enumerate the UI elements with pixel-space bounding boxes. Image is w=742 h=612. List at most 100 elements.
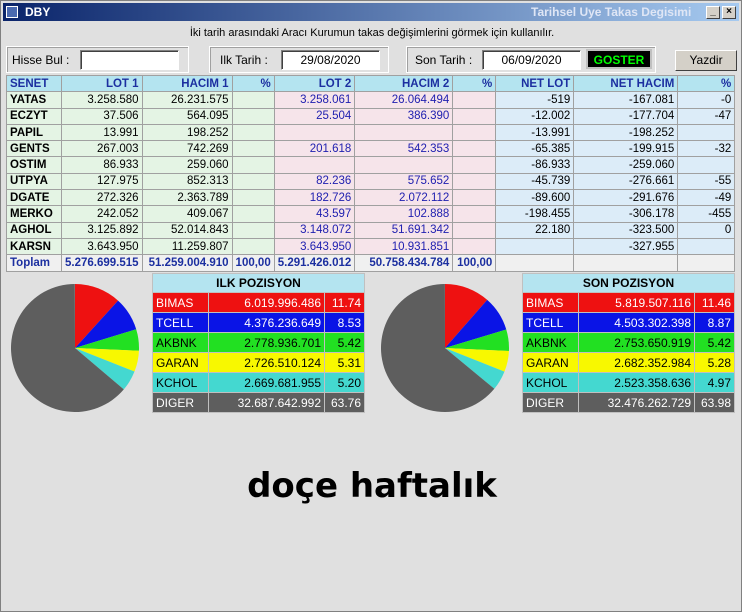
value-cell — [452, 172, 497, 191]
ilk-tarih-input[interactable]: 29/08/2020 — [281, 50, 380, 70]
value-cell: 26.231.575 — [141, 91, 233, 109]
value-cell — [231, 107, 275, 125]
senet-cell: DGATE — [6, 189, 62, 207]
pozisyon-percent: 5.28 — [694, 352, 735, 373]
app-window: DBY Tarihsel Uye Takas Degisimi _ × İki … — [0, 0, 742, 612]
pozisyon-value: 2.726.510.124 — [208, 352, 325, 373]
table-row[interactable]: MERKO 242.052 409.067 43.597 102.888 -198.455… — [6, 205, 736, 223]
value-cell: -45.739 — [495, 172, 575, 191]
yazdir-button[interactable]: Yazdir — [675, 50, 737, 71]
table-row[interactable]: PAPIL 13.991 198.252 -13.991 -198.252 — [6, 123, 736, 142]
column-header[interactable]: SENET — [6, 74, 62, 93]
senet-cell: GENTS — [6, 140, 62, 158]
title-bar[interactable]: DBY Tarihsel Uye Takas Degisimi _ × — [3, 3, 739, 21]
value-cell — [354, 156, 454, 174]
table-row[interactable]: YATAS 3.258.580 26.231.575 3.258.061 26.064.… — [6, 91, 736, 109]
senet-cell: OSTIM — [6, 156, 62, 174]
pozisyon-value: 2.682.352.984 — [578, 352, 695, 373]
pozisyon-name: GARAN — [152, 352, 209, 373]
column-header[interactable]: LOT 1 — [61, 74, 143, 93]
value-cell: 852.313 — [141, 172, 233, 191]
pozisyon-percent: 11.74 — [324, 292, 365, 313]
table-row[interactable]: GENTS 267.003 742.269 201.618 542.353 -65.385… — [6, 140, 736, 158]
value-cell: 272.326 — [61, 189, 143, 207]
value-cell: 102.888 — [354, 205, 454, 223]
total-label: Toplam — [6, 254, 62, 272]
value-cell: -177.704 — [573, 107, 679, 125]
minimize-icon[interactable]: _ — [706, 6, 720, 19]
caption-text: doçe haftalık — [247, 466, 497, 506]
value-cell — [231, 172, 275, 191]
column-header[interactable]: NET LOT — [495, 74, 575, 93]
value-cell: -65.385 — [495, 140, 575, 158]
pozisyon-row: TCELL 4.376.236.649 8.53 — [152, 312, 365, 333]
value-cell: -47 — [677, 107, 736, 125]
value-cell — [495, 237, 575, 256]
pozisyon-name: AKBNK — [152, 332, 209, 353]
pozisyon-percent: 4.97 — [694, 372, 735, 393]
pozisyon-percent: 5.42 — [324, 332, 365, 353]
pozisyon-row: GARAN 2.726.510.124 5.31 — [152, 352, 365, 373]
hisse-input[interactable] — [80, 50, 179, 70]
pozisyon-row: KCHOL 2.523.358.636 4.97 — [522, 372, 735, 393]
value-cell: 52.014.843 — [141, 221, 233, 239]
pozisyon-percent: 8.53 — [324, 312, 365, 333]
senet-cell: UTPYA — [6, 172, 62, 191]
total-cell: 5.276.699.515 — [61, 254, 143, 272]
value-cell: 201.618 — [273, 140, 356, 158]
value-cell: 409.067 — [141, 205, 233, 223]
close-icon[interactable]: × — [722, 6, 736, 19]
value-cell: 11.259.807 — [141, 237, 233, 256]
column-header[interactable]: HACIM 2 — [354, 74, 454, 93]
value-cell: -327.955 — [573, 237, 679, 256]
value-cell: 386.390 — [354, 107, 454, 125]
pozisyon-percent: 11.46 — [694, 292, 735, 313]
pozisyon-value: 4.376.236.649 — [208, 312, 325, 333]
total-cell: 100,00 — [452, 254, 497, 272]
goster-button[interactable]: GOSTER — [586, 49, 652, 69]
value-cell — [452, 156, 497, 174]
son-pozisyon-pie — [381, 284, 509, 412]
value-cell — [354, 123, 454, 142]
column-header[interactable]: % — [677, 74, 736, 93]
value-cell: 86.933 — [61, 156, 143, 174]
value-cell: 82.236 — [273, 172, 356, 191]
son-tarih-input[interactable]: 06/09/2020 — [482, 50, 581, 70]
pozisyon-name: KCHOL — [152, 372, 209, 393]
value-cell: -55 — [677, 172, 736, 191]
value-cell — [273, 123, 356, 142]
table-row[interactable]: OSTIM 86.933 259.060 -86.933 -259.060 — [6, 156, 736, 174]
value-cell: -13.991 — [495, 123, 575, 142]
value-cell: -455 — [677, 205, 736, 223]
pozisyon-title: ILK POZISYON — [152, 273, 365, 293]
value-cell: -167.081 — [573, 91, 679, 109]
value-cell: 182.726 — [273, 189, 356, 207]
table-row[interactable]: KARSN 3.643.950 11.259.807 3.643.950 10.931.… — [6, 237, 736, 256]
column-header[interactable]: % — [231, 74, 275, 93]
value-cell: -86.933 — [495, 156, 575, 174]
table-row[interactable]: AGHOL 3.125.892 52.014.843 3.148.072 51.691.… — [6, 221, 736, 239]
value-cell: 3.125.892 — [61, 221, 143, 239]
value-cell — [452, 237, 497, 256]
senet-cell: PAPIL — [6, 123, 62, 142]
pozisyon-row: DIGER 32.476.262.729 63.98 — [522, 392, 735, 413]
window-title: DBY — [25, 5, 51, 19]
value-cell: 242.052 — [61, 205, 143, 223]
value-cell — [273, 156, 356, 174]
pozisyon-name: AKBNK — [522, 332, 579, 353]
value-cell: 564.095 — [141, 107, 233, 125]
table-row[interactable]: ECZYT 37.506 564.095 25.504 386.390 -12.002 -1… — [6, 107, 736, 125]
column-header[interactable]: HACIM 1 — [141, 74, 233, 93]
pozisyon-percent: 63.76 — [324, 392, 365, 413]
pozisyon-row: TCELL 4.503.302.398 8.87 — [522, 312, 735, 333]
column-header[interactable]: % — [452, 74, 497, 93]
column-header[interactable]: NET HACIM — [573, 74, 679, 93]
senet-cell: MERKO — [6, 205, 62, 223]
value-cell: -49 — [677, 189, 736, 207]
table-row[interactable]: UTPYA 127.975 852.313 82.236 575.652 -45.739-… — [6, 172, 736, 191]
pozisyon-title: SON POZISYON — [522, 273, 735, 293]
table-row[interactable]: DGATE 272.326 2.363.789 182.726 2.072.112 -89… — [6, 189, 736, 207]
info-text: İki tarih arasındaki Aracı Kurumun takas… — [189, 27, 555, 39]
value-cell — [231, 237, 275, 256]
column-header[interactable]: LOT 2 — [273, 74, 356, 93]
